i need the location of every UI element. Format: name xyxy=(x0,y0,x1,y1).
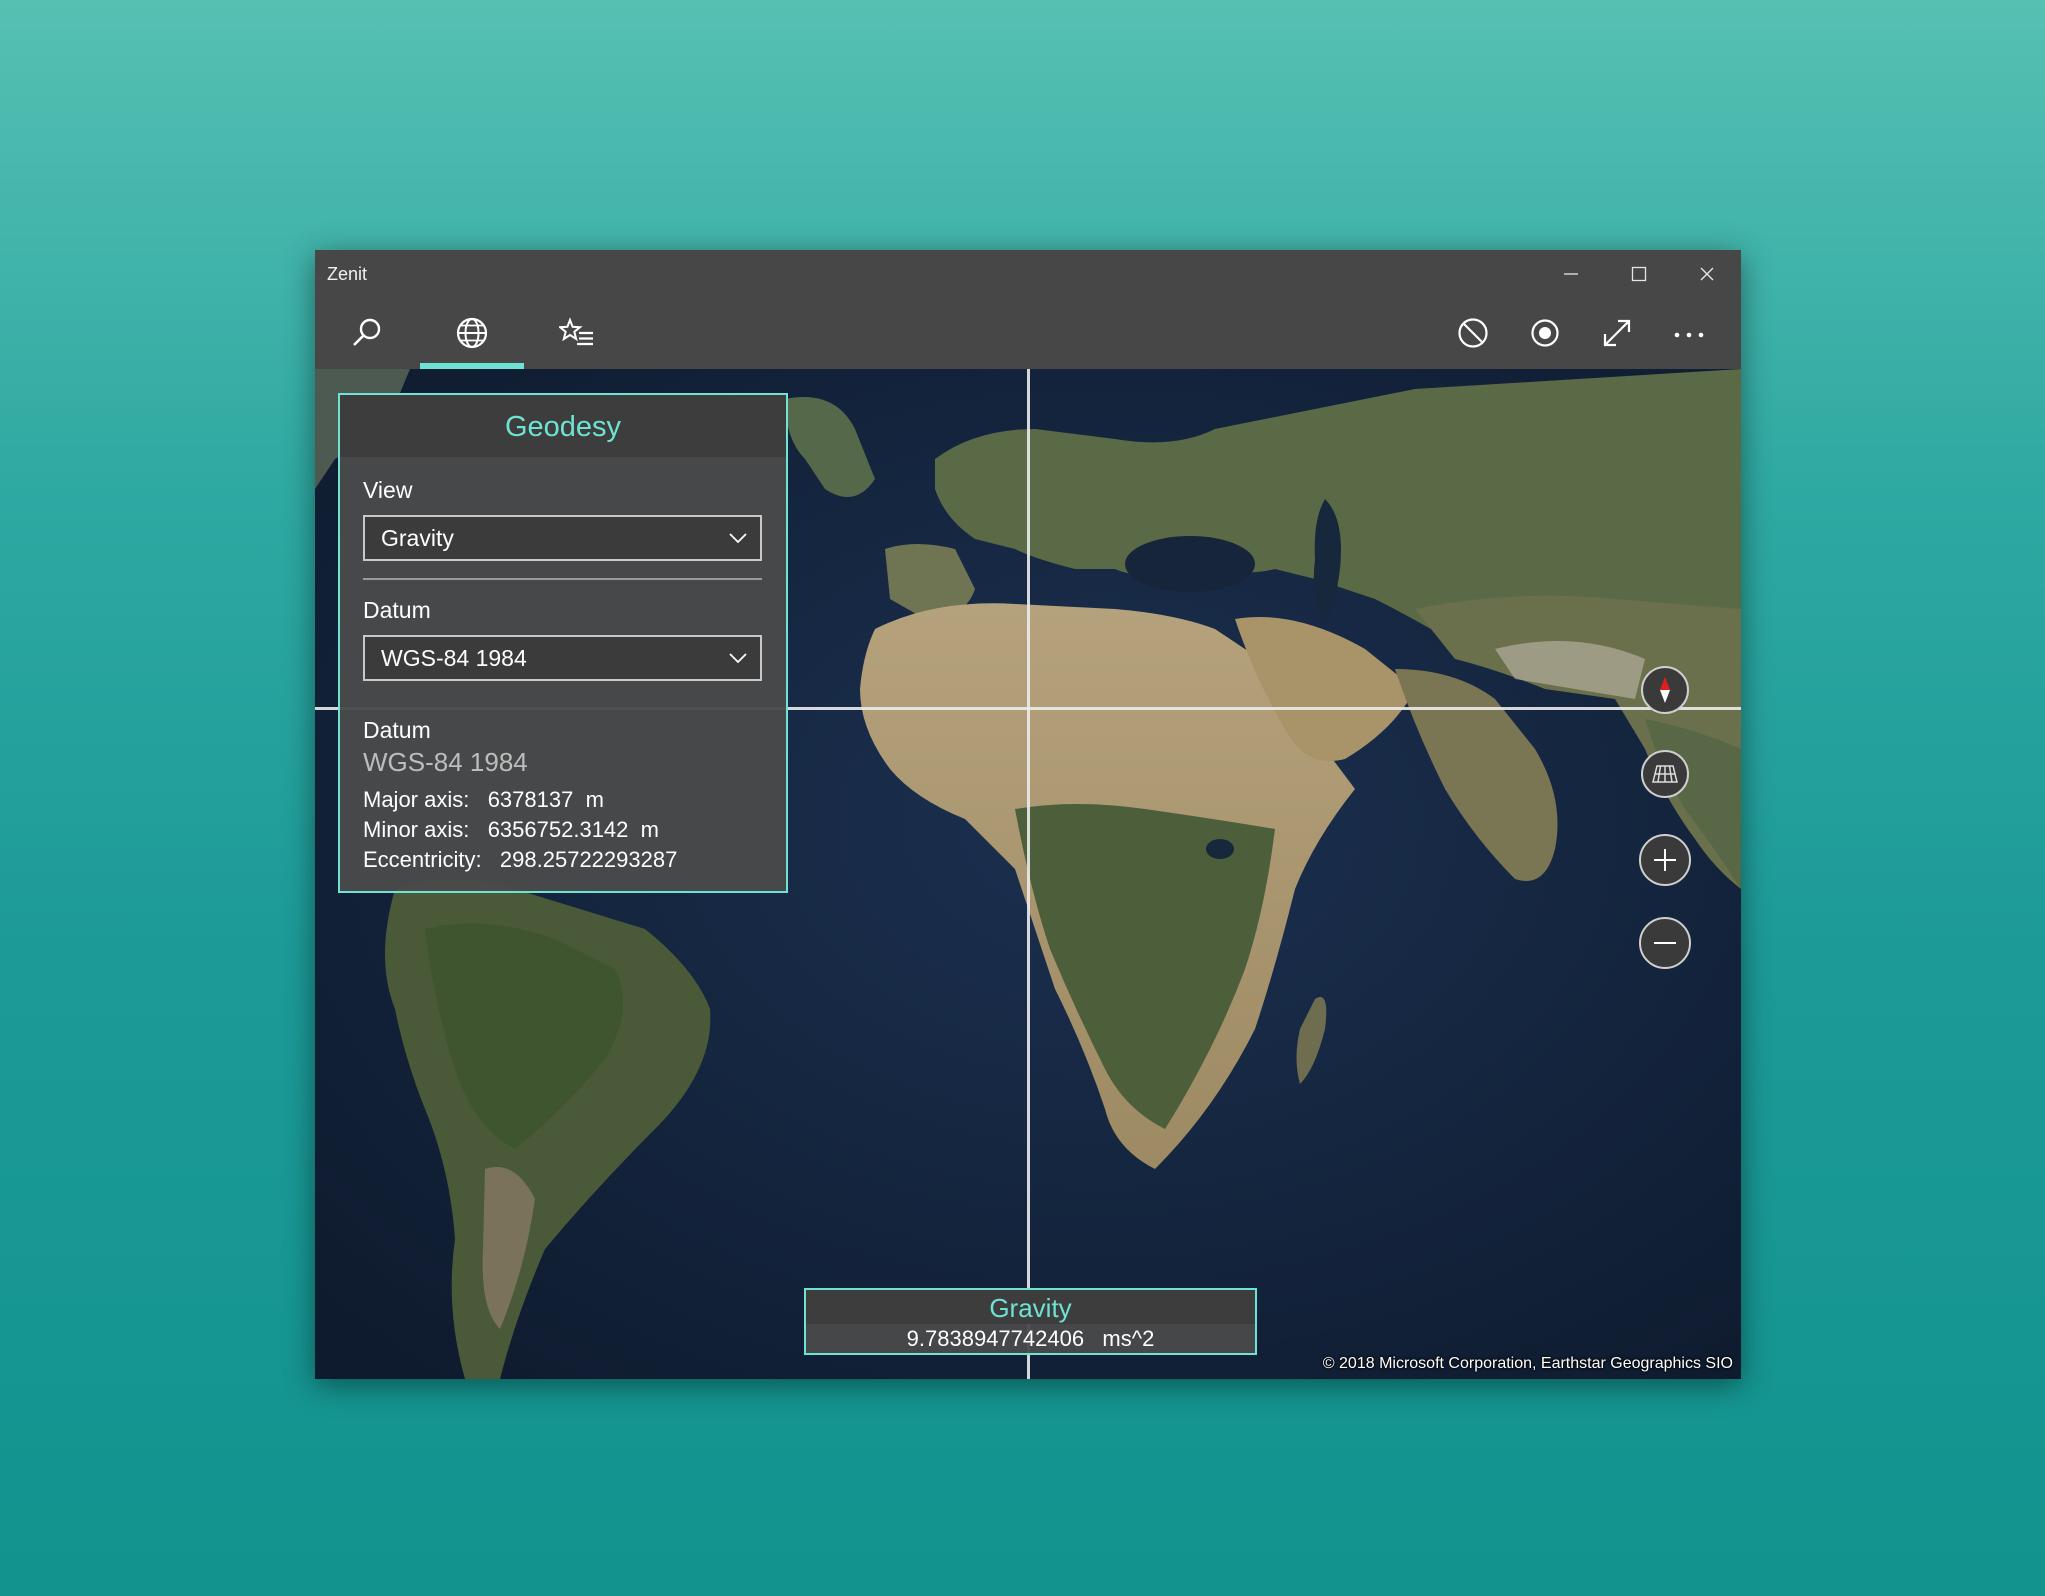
zoom-in-icon xyxy=(1654,849,1676,871)
close-button[interactable] xyxy=(1673,250,1741,297)
zoom-in-button[interactable] xyxy=(1639,834,1691,886)
readout-title: Gravity xyxy=(806,1290,1255,1324)
record-button[interactable] xyxy=(1509,297,1581,369)
zoom-out-button[interactable] xyxy=(1639,917,1691,969)
search-icon xyxy=(353,318,381,346)
globe-icon xyxy=(456,317,488,349)
favorites-list-icon xyxy=(559,317,593,346)
tilt-grid-icon xyxy=(1652,765,1678,783)
minimize-icon xyxy=(1564,272,1578,275)
favorites-button[interactable] xyxy=(525,297,629,369)
block-button[interactable] xyxy=(1437,297,1509,369)
view-label: View xyxy=(363,477,413,503)
title-bar: Zenit xyxy=(315,250,1741,297)
more-button[interactable] xyxy=(1653,297,1725,369)
datum-label: Datum xyxy=(363,597,431,623)
crosshair-vertical xyxy=(1027,369,1030,1379)
app-window: Zenit Geodesy View Gravity Datum WGS-84 … xyxy=(315,250,1741,1379)
close-icon xyxy=(1700,267,1714,280)
zoom-out-icon xyxy=(1654,942,1676,944)
panel-title: Geodesy xyxy=(340,395,786,457)
block-icon xyxy=(1458,318,1488,348)
minimize-button[interactable] xyxy=(1537,250,1605,297)
major-axis: Major axis: 6378137 m xyxy=(363,787,604,812)
gravity-readout: Gravity 9.7838947742406 ms^2 xyxy=(804,1288,1257,1355)
search-button[interactable] xyxy=(315,297,419,369)
expand-button[interactable] xyxy=(1581,297,1653,369)
map-copyright: © 2018 Microsoft Corporation, Earthstar … xyxy=(1322,1355,1733,1372)
eccentricity: Eccentricity: 298.25722293287 xyxy=(363,847,678,872)
maximize-icon xyxy=(1631,266,1647,281)
minor-axis: Minor axis: 6356752.3142 m xyxy=(363,817,659,842)
datum-select[interactable]: WGS-84 1984 xyxy=(363,635,762,681)
chevron-down-icon xyxy=(716,532,760,544)
more-icon xyxy=(1674,332,1704,338)
view-select[interactable]: Gravity xyxy=(363,515,762,561)
maximize-button[interactable] xyxy=(1605,250,1673,297)
datum-select-value: WGS-84 1984 xyxy=(381,644,527,671)
readout-value: 9.7838947742406 ms^2 xyxy=(906,1326,1155,1351)
datum-info-name: WGS-84 1984 xyxy=(363,747,528,777)
geodesy-panel: Geodesy View Gravity Datum WGS-84 1984 D… xyxy=(338,393,788,893)
app-toolbar xyxy=(315,297,1741,369)
datum-info-label: Datum xyxy=(363,717,431,743)
expand-icon xyxy=(1603,319,1631,347)
map-view[interactable]: Geodesy View Gravity Datum WGS-84 1984 D… xyxy=(315,369,1741,1379)
tab-geodesy[interactable] xyxy=(420,297,524,369)
chevron-down-icon xyxy=(716,652,760,664)
view-select-value: Gravity xyxy=(381,524,454,551)
record-icon xyxy=(1531,319,1559,347)
tilt-button[interactable] xyxy=(1641,750,1689,798)
compass-icon xyxy=(1660,677,1670,703)
window-title: Zenit xyxy=(327,264,368,284)
separator xyxy=(363,578,762,580)
compass-button[interactable] xyxy=(1641,666,1689,714)
